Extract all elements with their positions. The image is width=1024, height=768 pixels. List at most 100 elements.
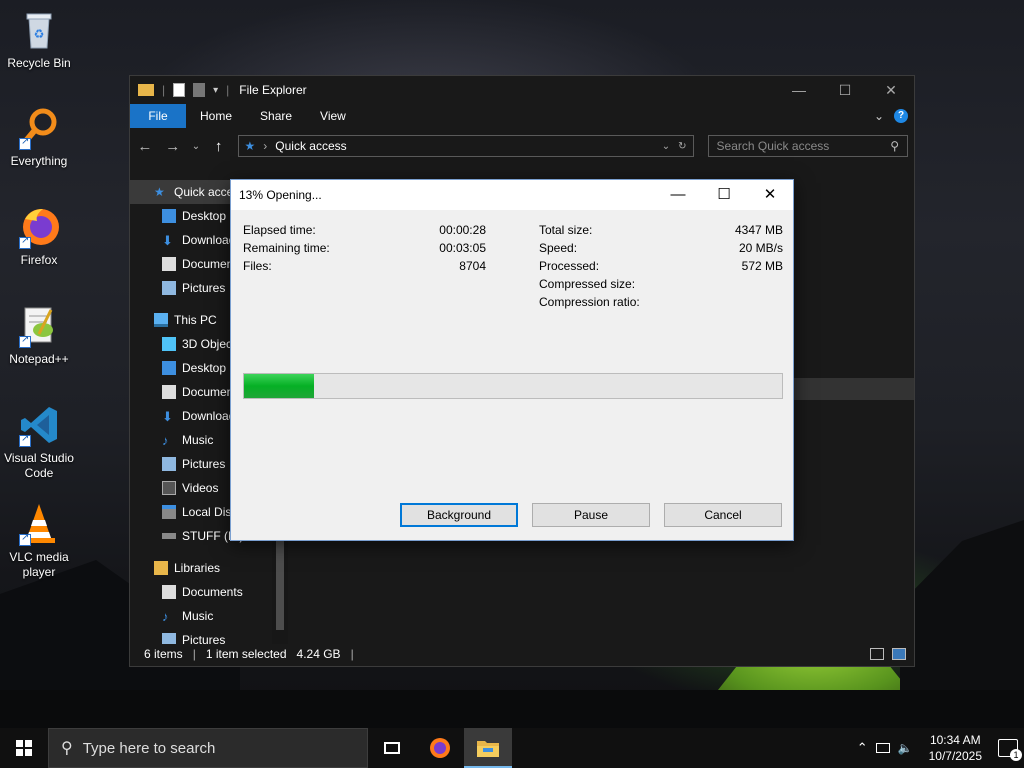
elapsed-time-value: 00:00:28	[439, 223, 486, 237]
taskbar-firefox[interactable]	[416, 728, 464, 768]
nav-item-libraries[interactable]: Libraries	[130, 556, 288, 580]
breadcrumb-quick-access[interactable]: Quick access	[275, 139, 346, 153]
address-dropdown-icon[interactable]: ⌄	[662, 141, 670, 152]
desktop-icon-vscode[interactable]: Visual Studio Code	[0, 403, 78, 481]
task-view-button[interactable]	[368, 728, 416, 768]
vscode-icon	[17, 403, 61, 447]
forward-icon[interactable]: →	[164, 138, 182, 155]
item-count: 6 items	[144, 647, 183, 661]
selection-size: 4.24 GB	[296, 647, 341, 661]
cancel-button[interactable]: Cancel	[664, 503, 782, 527]
taskbar-file-explorer[interactable]	[464, 728, 512, 768]
total-size-value: 4347 MB	[734, 223, 783, 237]
progress-dialog[interactable]: 13% Opening... — ☐ ✕ Elapsed time: 00:00…	[230, 179, 794, 541]
desktop-icon-label: Firefox	[20, 253, 58, 267]
ribbon-tabs: File Home Share View ⌄ ?	[130, 104, 914, 128]
download-icon: ⬇	[162, 409, 173, 424]
notepadpp-icon	[17, 304, 61, 348]
speed-value: 20 MB/s	[738, 241, 783, 255]
recent-locations-icon[interactable]: ⌄	[192, 141, 200, 152]
files-value: 8704	[459, 259, 486, 273]
desktop-icon-recycle-bin[interactable]: ♻ Recycle Bin	[0, 8, 78, 71]
expand-ribbon-icon[interactable]: ⌄	[874, 109, 884, 123]
start-button[interactable]	[0, 728, 48, 768]
desktop-icon-label: Recycle Bin	[7, 56, 71, 70]
tab-view[interactable]: View	[306, 104, 360, 128]
libraries-icon	[154, 561, 168, 575]
background-button[interactable]: Background	[400, 503, 518, 527]
star-icon: ★	[244, 139, 256, 153]
music-icon: ♪	[162, 433, 169, 448]
progress-bar	[243, 373, 783, 399]
shortcut-arrow-icon	[19, 532, 31, 546]
details-view-icon[interactable]	[870, 648, 884, 660]
address-bar[interactable]: ★ › Quick access ⌄ ↻	[237, 135, 694, 157]
shortcut-arrow-icon	[19, 334, 31, 348]
volume-muted-icon[interactable]: 🔈	[898, 741, 913, 755]
pictures-icon	[162, 457, 176, 471]
tab-home[interactable]: Home	[186, 104, 246, 128]
minimize-icon[interactable]: —	[655, 180, 701, 210]
computer-icon	[154, 313, 168, 327]
help-icon[interactable]: ?	[894, 109, 908, 123]
music-icon: ♪	[162, 609, 169, 624]
tab-share[interactable]: Share	[246, 104, 306, 128]
taskbar: ⚲ Type here to search ⌃ 🔈 10:34 AM 10/7/…	[0, 728, 1024, 768]
window-title: File Explorer	[239, 83, 307, 97]
shortcut-arrow-icon	[19, 235, 31, 249]
nav-item-lib-music[interactable]: ♪ Music	[130, 604, 288, 628]
svg-text:♻: ♻	[34, 27, 45, 41]
back-icon[interactable]: ←	[136, 138, 154, 155]
documents-icon	[162, 585, 176, 599]
customize-qat-icon[interactable]: ▾	[213, 85, 218, 96]
shortcut-arrow-icon	[19, 433, 31, 447]
system-tray: ⌃ 🔈 10:34 AM 10/7/2025 1	[857, 728, 1024, 768]
selection-count: 1 item selected	[205, 647, 287, 661]
desktop-icon-label: Everything	[10, 154, 68, 168]
show-hidden-icons-icon[interactable]: ⌃	[857, 740, 868, 756]
firefox-icon	[17, 205, 61, 249]
folder-icon	[477, 741, 499, 757]
dialog-titlebar[interactable]: 13% Opening... — ☐ ✕	[231, 180, 793, 210]
desktop-icon-everything[interactable]: Everything	[0, 106, 78, 169]
star-icon: ★	[154, 185, 165, 199]
pause-button[interactable]: Pause	[532, 503, 650, 527]
new-folder-icon[interactable]	[193, 83, 206, 97]
up-icon[interactable]: ↑	[210, 138, 228, 155]
large-icons-view-icon[interactable]	[892, 648, 906, 660]
pictures-icon	[162, 281, 176, 295]
wallpaper-ground	[0, 690, 1024, 730]
compressed-size-label: Compressed size:	[539, 277, 636, 291]
tab-file[interactable]: File	[130, 104, 186, 128]
refresh-icon[interactable]: ↻	[678, 141, 686, 152]
notification-count: 1	[1010, 749, 1022, 761]
desktop-icon-firefox[interactable]: Firefox	[0, 205, 78, 268]
search-placeholder: Search Quick access	[716, 139, 830, 153]
status-bar: 6 items | 1 item selected 4.24 GB |	[130, 642, 914, 666]
download-icon: ⬇	[162, 233, 173, 248]
close-icon[interactable]: ✕	[868, 82, 914, 99]
maximize-icon[interactable]: ☐	[822, 82, 868, 99]
close-icon[interactable]: ✕	[747, 180, 793, 210]
taskbar-search-box[interactable]: ⚲ Type here to search	[48, 728, 368, 768]
dialog-title: 13% Opening...	[239, 188, 322, 202]
properties-icon[interactable]	[173, 83, 186, 97]
drive-icon	[162, 533, 176, 539]
network-icon[interactable]	[875, 743, 890, 753]
elapsed-time-label: Elapsed time:	[243, 223, 316, 237]
desktop-icon-vlc[interactable]: VLC media player	[0, 502, 78, 580]
desktop-icon-notepadpp[interactable]: Notepad++	[0, 304, 78, 367]
clock-time: 10:34 AM	[929, 733, 981, 747]
search-input[interactable]: Search Quick access ⚲	[707, 135, 908, 157]
desktop-icon-label: Visual Studio Code	[4, 451, 74, 480]
clock[interactable]: 10:34 AM 10/7/2025	[921, 732, 990, 764]
cube-icon	[162, 337, 176, 351]
total-size-label: Total size:	[539, 223, 593, 237]
nav-item-lib-documents[interactable]: Documents	[130, 580, 288, 604]
vlc-icon	[17, 502, 61, 546]
maximize-icon[interactable]: ☐	[701, 180, 747, 210]
explorer-titlebar[interactable]: | ▾ | File Explorer — ☐ ✕	[130, 76, 914, 104]
speed-label: Speed:	[539, 241, 578, 255]
minimize-icon[interactable]: —	[776, 82, 822, 99]
notification-center-icon[interactable]: 1	[998, 739, 1022, 761]
